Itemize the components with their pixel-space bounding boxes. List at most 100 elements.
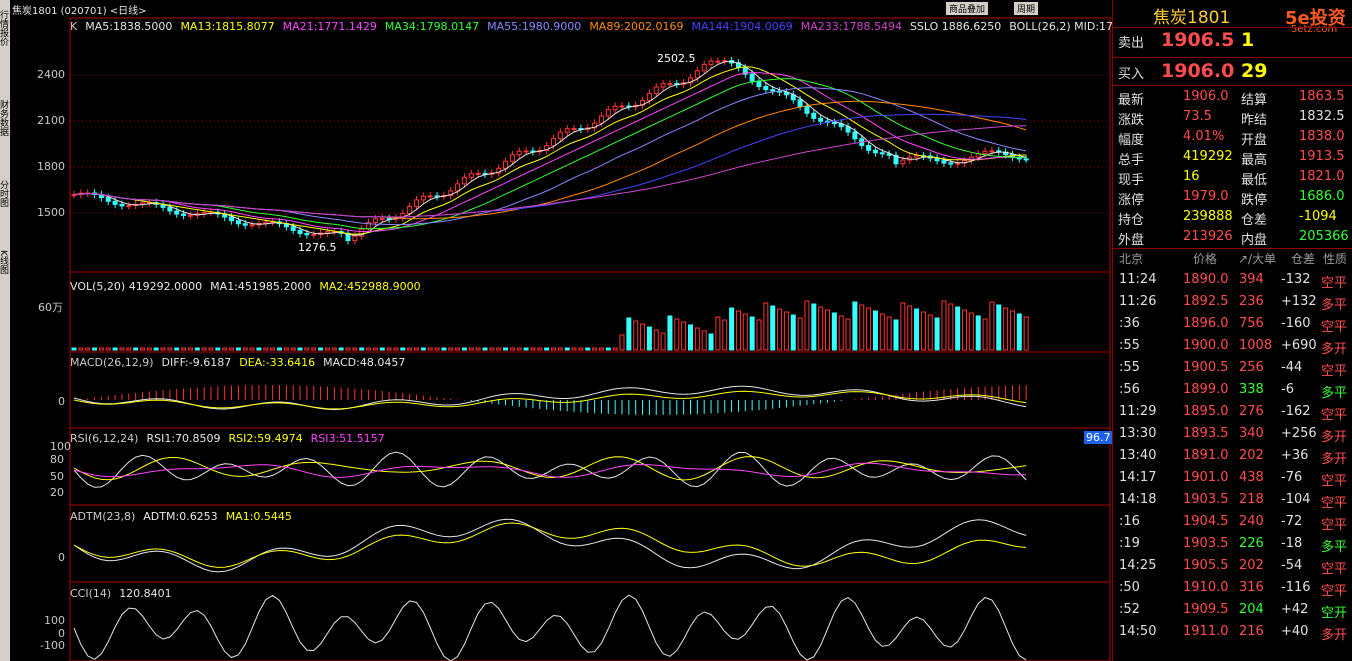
volume-bar [146,347,152,351]
volume-bar [105,347,111,351]
volume-bar [174,347,180,351]
volume-bar [838,315,844,351]
candle-body [187,214,193,217]
tick-d: +132 [1281,294,1317,309]
candle-body [667,83,673,86]
left-tab-intraday[interactable]: 分时图 [0,180,10,207]
volume-bar [359,347,365,351]
rsi-y-tick-80: 80 [50,453,64,466]
quote-l2: 最高 [1241,153,1268,168]
left-tab-quotes[interactable]: 行情报价 [0,10,10,46]
volume-bar [646,326,652,351]
tick-p: 1899.0 [1183,382,1229,397]
volume-bar [872,310,878,351]
tick-v: 340 [1239,426,1264,441]
candle-body [414,199,419,207]
tick-d: -18 [1281,536,1303,551]
tick-d: -44 [1281,360,1303,375]
volume-bar [420,347,426,351]
volume-bar [633,320,639,351]
volume-bar [187,347,193,351]
quote-l1: 最新 [1118,93,1145,108]
tick-v: 204 [1239,602,1264,617]
tick-d: +256 [1281,426,1317,441]
tick-p: 1900.0 [1183,338,1229,353]
tick-p: 1911.0 [1183,624,1229,639]
period-button[interactable]: 周期 [1014,2,1039,15]
cci-readouts: CCI(14) 120.8401 [70,587,180,600]
candle-body [112,200,118,205]
volume-bar [324,347,330,351]
left-tab-finance[interactable]: 财务数据 [0,100,10,136]
candle-body [708,60,714,65]
candle-body [167,206,173,212]
tick-n: 空平 [1321,518,1348,533]
rsi-y-tick-50: 50 [50,470,64,483]
volume-bar [653,329,659,351]
volume-bar [516,347,522,351]
ma-readouts: K MA5:1838.5000 MA13:1815.8077 MA21:1771.14… [70,20,1135,33]
volume-bar [242,347,248,351]
chart-area[interactable]: K MA5:1838.5000 MA13:1815.8077 MA21:1771.14… [10,0,1127,661]
candle-body [263,221,269,224]
tick-n: 空平 [1321,408,1348,423]
left-tab-kline[interactable]: K线图 [0,250,10,274]
tick-n: 多开 [1321,342,1348,357]
readout-item: MA21:1771.1429 [282,20,377,33]
volume-bar [962,309,967,351]
volume-bar [509,347,515,351]
candle-body [242,223,248,226]
candle-body [249,224,255,227]
volume-bar [845,318,851,351]
volume-bar [825,309,830,351]
volume-bar [701,330,707,351]
y-tick-2400: 2400 [37,68,65,81]
candle-body [461,176,467,185]
volume-bar [386,347,392,351]
volume-bar [948,303,954,351]
quote-v1: 16 [1183,169,1200,184]
tick-n: 空平 [1321,474,1348,489]
volume-bar [852,301,858,351]
candle-body [852,131,858,140]
readout-item: RSI3:51.5157 [310,432,385,445]
volume-bar [667,315,673,351]
candle-body [352,235,358,242]
quote-l2: 跌停 [1241,193,1268,208]
readout-item: MA2:452988.9000 [319,280,421,293]
adtm-readouts: ADTM(23,8) ADTM:0.6253 MA1:0.5445 [70,510,300,523]
volume-bar [379,347,385,351]
volume-bar [934,317,940,351]
tick-p: 1890.0 [1183,272,1229,287]
tick-t: 13:30 [1119,426,1157,441]
tick-d: -54 [1281,558,1303,573]
volume-bar [955,306,961,351]
volume-bar [694,327,700,351]
tick-p: 1905.5 [1183,558,1229,573]
volume-bar [366,347,372,351]
tick-p: 1893.5 [1183,426,1229,441]
quote-l1: 现手 [1118,173,1145,188]
volume-bar [468,347,474,351]
volume-bar [194,347,200,351]
volume-bar [920,311,926,351]
volume-bar [167,347,173,351]
readout-item: DEA:-33.6416 [239,356,316,369]
volume-bar [85,347,91,351]
quote-title: 焦炭1801 [1153,8,1231,28]
candle-body [379,217,385,220]
candle-body [694,70,700,79]
adtm-ma-line [73,522,1027,568]
volume-bar [1023,316,1029,351]
overlay-button[interactable]: 商品叠加 [946,2,989,15]
volume-bar [112,347,118,351]
candle-body [941,160,947,164]
y-tick-1500: 1500 [37,206,65,219]
readout-item: K [70,20,78,33]
cci-y-tick-100: 100 [44,614,65,627]
volume-bar [640,323,646,351]
volume-bar [71,347,77,351]
candle-body [804,105,810,114]
chart-canvas[interactable] [10,0,1112,661]
tick-d: -104 [1281,492,1311,507]
